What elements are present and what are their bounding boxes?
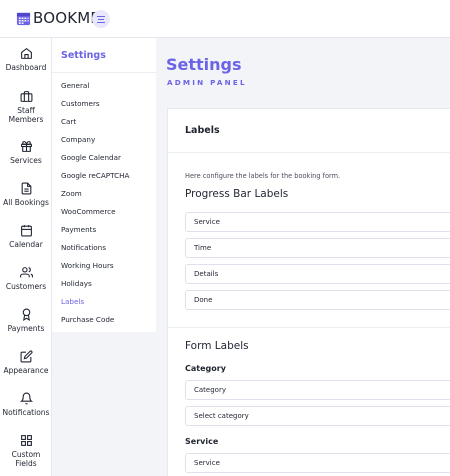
category-placeholder-input[interactable] xyxy=(185,406,450,426)
progress-section-title: Progress Bar Labels xyxy=(185,188,289,200)
settings-subnav-panel: Settings General Customers Cart Company … xyxy=(52,38,156,332)
briefcase-icon xyxy=(20,91,32,102)
rail-label: Dashboard xyxy=(5,63,47,72)
subnav-title: Settings xyxy=(61,50,106,61)
subnav-item-google-recaptcha[interactable]: Google reCAPTCHA xyxy=(61,171,129,180)
settings-subnav: Settings General Customers Cart Company … xyxy=(52,38,156,476)
rail-label: Payments xyxy=(7,324,45,333)
subnav-item-purchase-code[interactable]: Purchase Code xyxy=(61,315,114,324)
subnav-item-working-hours[interactable]: Working Hours xyxy=(61,261,114,270)
progress-label-time-input[interactable] xyxy=(185,238,450,258)
rail-label: All Bookings xyxy=(3,198,49,207)
rail-label: Customers xyxy=(5,282,47,291)
rail-item-appearance[interactable]: Appearance xyxy=(0,350,52,392)
main-nav-rail: Dashboard Staff Members Services All Boo… xyxy=(0,38,52,476)
menu-toggle-button[interactable] xyxy=(92,10,110,28)
divider xyxy=(168,327,450,328)
subnav-item-notifications[interactable]: Notifications xyxy=(61,243,106,252)
home-icon xyxy=(20,47,32,59)
rail-label: Appearance xyxy=(3,366,49,375)
calendar-logo-icon xyxy=(16,12,31,25)
progress-label-details-input[interactable] xyxy=(185,264,450,284)
rail-item-custom-fields[interactable]: Custom Fields xyxy=(0,434,52,476)
rail-item-services[interactable]: Services xyxy=(0,140,52,182)
rail-label: Calendar xyxy=(9,240,43,249)
document-icon xyxy=(21,182,31,195)
app-logo[interactable]: BOOKME xyxy=(16,9,100,27)
service-label-input[interactable] xyxy=(185,453,450,473)
gift-icon xyxy=(20,141,32,152)
subnav-item-general[interactable]: General xyxy=(61,81,89,90)
main-content: Settings ADMIN PANEL Labels Here configu… xyxy=(156,38,450,476)
award-icon xyxy=(22,308,30,321)
progress-label-service-input[interactable] xyxy=(185,212,450,232)
page-title: Settings xyxy=(166,55,242,74)
rail-item-dashboard[interactable]: Dashboard xyxy=(0,47,52,89)
rail-label: Custom Fields xyxy=(11,450,41,468)
bell-icon xyxy=(19,392,33,405)
rail-item-staff-members[interactable]: Staff Members xyxy=(0,90,52,132)
rail-label: Staff Members xyxy=(8,106,44,124)
subnav-item-holidays[interactable]: Holidays xyxy=(61,279,92,288)
app-name: BOOKME xyxy=(33,9,101,27)
subnav-item-payments[interactable]: Payments xyxy=(61,225,96,234)
subnav-item-cart[interactable]: Cart xyxy=(61,117,76,126)
users-icon xyxy=(19,267,33,278)
subnav-item-company[interactable]: Company xyxy=(61,135,95,144)
subnav-item-woocommerce[interactable]: WooCommerce xyxy=(61,207,116,216)
help-text: Here configure the labels for the bookin… xyxy=(185,172,341,180)
progress-label-done-input[interactable] xyxy=(185,290,450,310)
form-section-title: Form Labels xyxy=(185,340,249,352)
top-bar: BOOKME xyxy=(0,0,450,38)
card-title: Labels xyxy=(185,125,220,136)
rail-item-all-bookings[interactable]: All Bookings xyxy=(0,182,52,224)
card-header: Labels xyxy=(168,109,450,153)
subnav-item-google-calendar[interactable]: Google Calendar xyxy=(61,153,121,162)
labels-card: Labels Here configure the labels for the… xyxy=(167,108,450,476)
rail-item-calendar[interactable]: Calendar xyxy=(0,224,52,266)
rail-item-customers[interactable]: Customers xyxy=(0,266,52,308)
subnav-item-customers[interactable]: Customers xyxy=(61,99,100,108)
subnav-item-zoom[interactable]: Zoom xyxy=(61,189,82,198)
page-subtitle: ADMIN PANEL xyxy=(167,78,247,87)
calendar-icon xyxy=(20,225,32,237)
service-field-label: Service xyxy=(185,437,219,446)
hamburger-icon xyxy=(97,15,105,23)
category-label-input[interactable] xyxy=(185,380,450,400)
rail-item-notifications[interactable]: Notifications xyxy=(0,392,52,434)
rail-item-payments[interactable]: Payments xyxy=(0,308,52,350)
subnav-item-labels[interactable]: Labels xyxy=(61,297,84,306)
rail-label: Notifications xyxy=(2,408,50,417)
edit-icon xyxy=(20,350,33,363)
grid-icon xyxy=(20,435,32,446)
rail-label: Services xyxy=(10,156,42,165)
category-field-label: Category xyxy=(185,364,226,373)
divider xyxy=(52,72,156,73)
